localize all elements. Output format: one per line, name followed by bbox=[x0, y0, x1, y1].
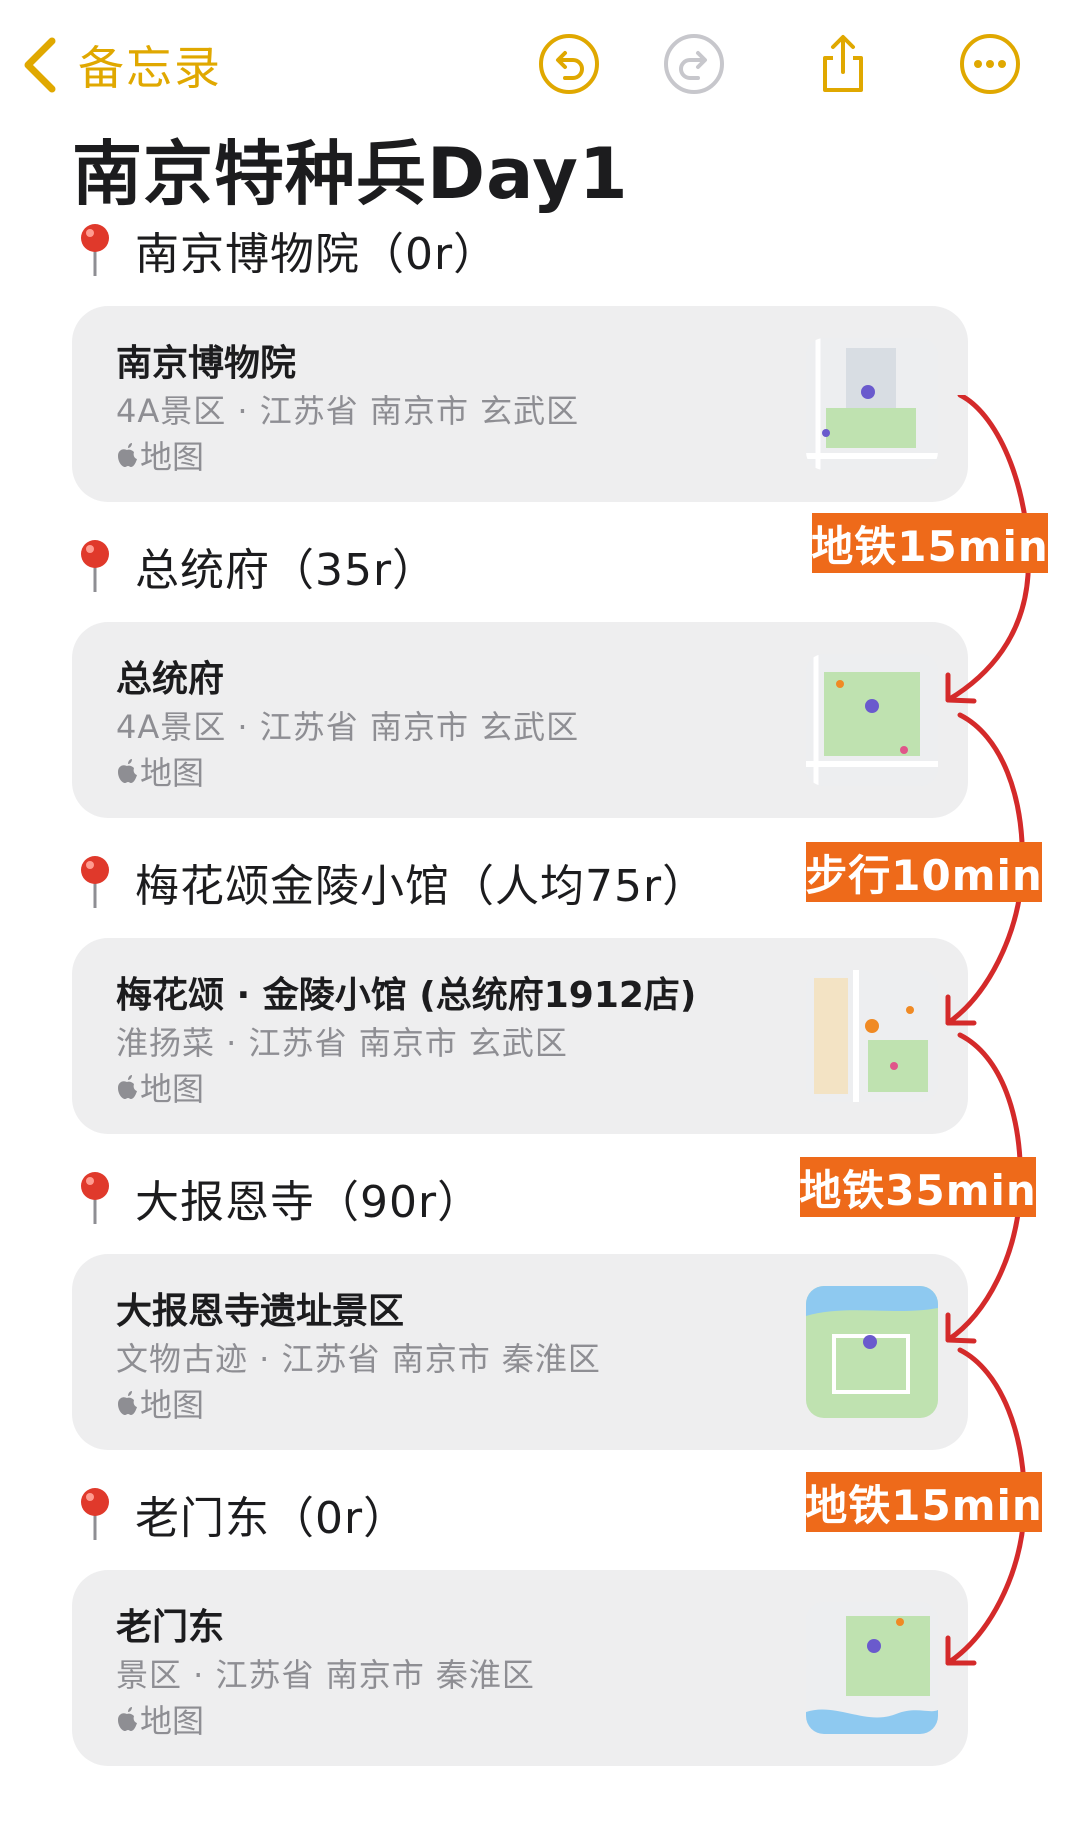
map-pin-icon bbox=[81, 224, 109, 276]
map-thumbnail[interactable] bbox=[806, 1286, 938, 1418]
location-name: 总统府 bbox=[116, 659, 225, 700]
stop-header: 总统府（35r） bbox=[75, 531, 437, 601]
location-source-label: 地图 bbox=[140, 1386, 205, 1424]
map-pin-icon bbox=[81, 1488, 109, 1540]
location-name: 南京博物院 bbox=[116, 343, 297, 384]
location-subtitle: 景区 · 江苏省 南京市 秦淮区 bbox=[116, 1656, 535, 1694]
stop-header: 大报恩寺（90r） bbox=[75, 1163, 482, 1233]
location-name: 梅花颂 · 金陵小馆 (总统府1912店) bbox=[116, 975, 697, 1016]
location-source-label: 地图 bbox=[140, 438, 205, 476]
location-source: 地图 bbox=[116, 432, 204, 478]
map-thumbnail[interactable] bbox=[806, 338, 938, 470]
map-pin-icon bbox=[81, 856, 109, 908]
back-button[interactable]: 备忘录 bbox=[20, 30, 222, 100]
location-subtitle: 淮扬菜 · 江苏省 南京市 玄武区 bbox=[116, 1024, 568, 1062]
location-source: 地图 bbox=[116, 748, 204, 794]
location-name: 大报恩寺遗址景区 bbox=[116, 1291, 405, 1332]
chevron-left-icon bbox=[24, 37, 56, 93]
map-thumbnail[interactable] bbox=[806, 970, 938, 1102]
location-source-label: 地图 bbox=[140, 1702, 205, 1740]
transit-badge: 地铁15min bbox=[811, 513, 1048, 573]
location-source-label: 地图 bbox=[140, 754, 205, 792]
location-card[interactable]: 梅花颂 · 金陵小馆 (总统府1912店) 淮扬菜 · 江苏省 南京市 玄武区 … bbox=[72, 938, 968, 1134]
location-source: 地图 bbox=[116, 1696, 204, 1742]
stop-header-text: 梅花颂金陵小馆（人均75r） bbox=[135, 861, 708, 912]
share-button[interactable] bbox=[811, 32, 875, 96]
undo-icon bbox=[539, 34, 599, 94]
map-pin-icon bbox=[81, 540, 109, 592]
redo-icon bbox=[664, 34, 724, 94]
location-card[interactable]: 大报恩寺遗址景区 文物古迹 · 江苏省 南京市 秦淮区 地图 bbox=[72, 1254, 968, 1450]
stop-header-text: 老门东（0r） bbox=[135, 1493, 409, 1544]
stop-header-text: 南京博物院（0r） bbox=[135, 229, 499, 280]
redo-button[interactable] bbox=[662, 32, 726, 96]
stop-header-text: 总统府（35r） bbox=[135, 545, 438, 596]
more-button[interactable] bbox=[958, 32, 1022, 96]
location-card[interactable]: 老门东 景区 · 江苏省 南京市 秦淮区 地图 bbox=[72, 1570, 968, 1766]
apple-logo-icon bbox=[118, 443, 137, 467]
stop-header: 老门东（0r） bbox=[75, 1479, 408, 1549]
more-icon bbox=[960, 34, 1020, 94]
share-icon bbox=[823, 35, 863, 92]
location-card[interactable]: 南京博物院 4A景区 · 江苏省 南京市 玄武区 地图 bbox=[72, 306, 968, 502]
location-subtitle: 4A景区 · 江苏省 南京市 玄武区 bbox=[116, 392, 580, 430]
map-pin-icon bbox=[81, 1172, 109, 1224]
back-label: 备忘录 bbox=[78, 41, 222, 95]
undo-button[interactable] bbox=[537, 32, 601, 96]
transit-badge: 步行10min bbox=[805, 842, 1042, 902]
apple-logo-icon bbox=[118, 1707, 137, 1731]
location-subtitle: 4A景区 · 江苏省 南京市 玄武区 bbox=[116, 708, 580, 746]
location-source: 地图 bbox=[116, 1064, 204, 1110]
note-title: 南京特种兵Day1 bbox=[72, 133, 629, 215]
apple-logo-icon bbox=[118, 1075, 137, 1099]
transit-badge: 地铁35min bbox=[799, 1157, 1036, 1217]
stop-header: 南京博物院（0r） bbox=[75, 215, 498, 285]
location-card[interactable]: 总统府 4A景区 · 江苏省 南京市 玄武区 地图 bbox=[72, 622, 968, 818]
stop-header: 梅花颂金陵小馆（人均75r） bbox=[75, 847, 707, 917]
apple-logo-icon bbox=[118, 759, 137, 783]
transit-badge: 地铁15min bbox=[805, 1472, 1042, 1532]
location-source: 地图 bbox=[116, 1380, 204, 1426]
location-source-label: 地图 bbox=[140, 1070, 205, 1108]
nav-bar: 备忘录 bbox=[0, 0, 1080, 130]
map-thumbnail[interactable] bbox=[806, 654, 938, 786]
stop-header-text: 大报恩寺（90r） bbox=[135, 1177, 483, 1228]
location-name: 老门东 bbox=[116, 1607, 225, 1648]
apple-logo-icon bbox=[118, 1391, 137, 1415]
map-thumbnail[interactable] bbox=[806, 1602, 938, 1734]
location-subtitle: 文物古迹 · 江苏省 南京市 秦淮区 bbox=[116, 1340, 601, 1378]
